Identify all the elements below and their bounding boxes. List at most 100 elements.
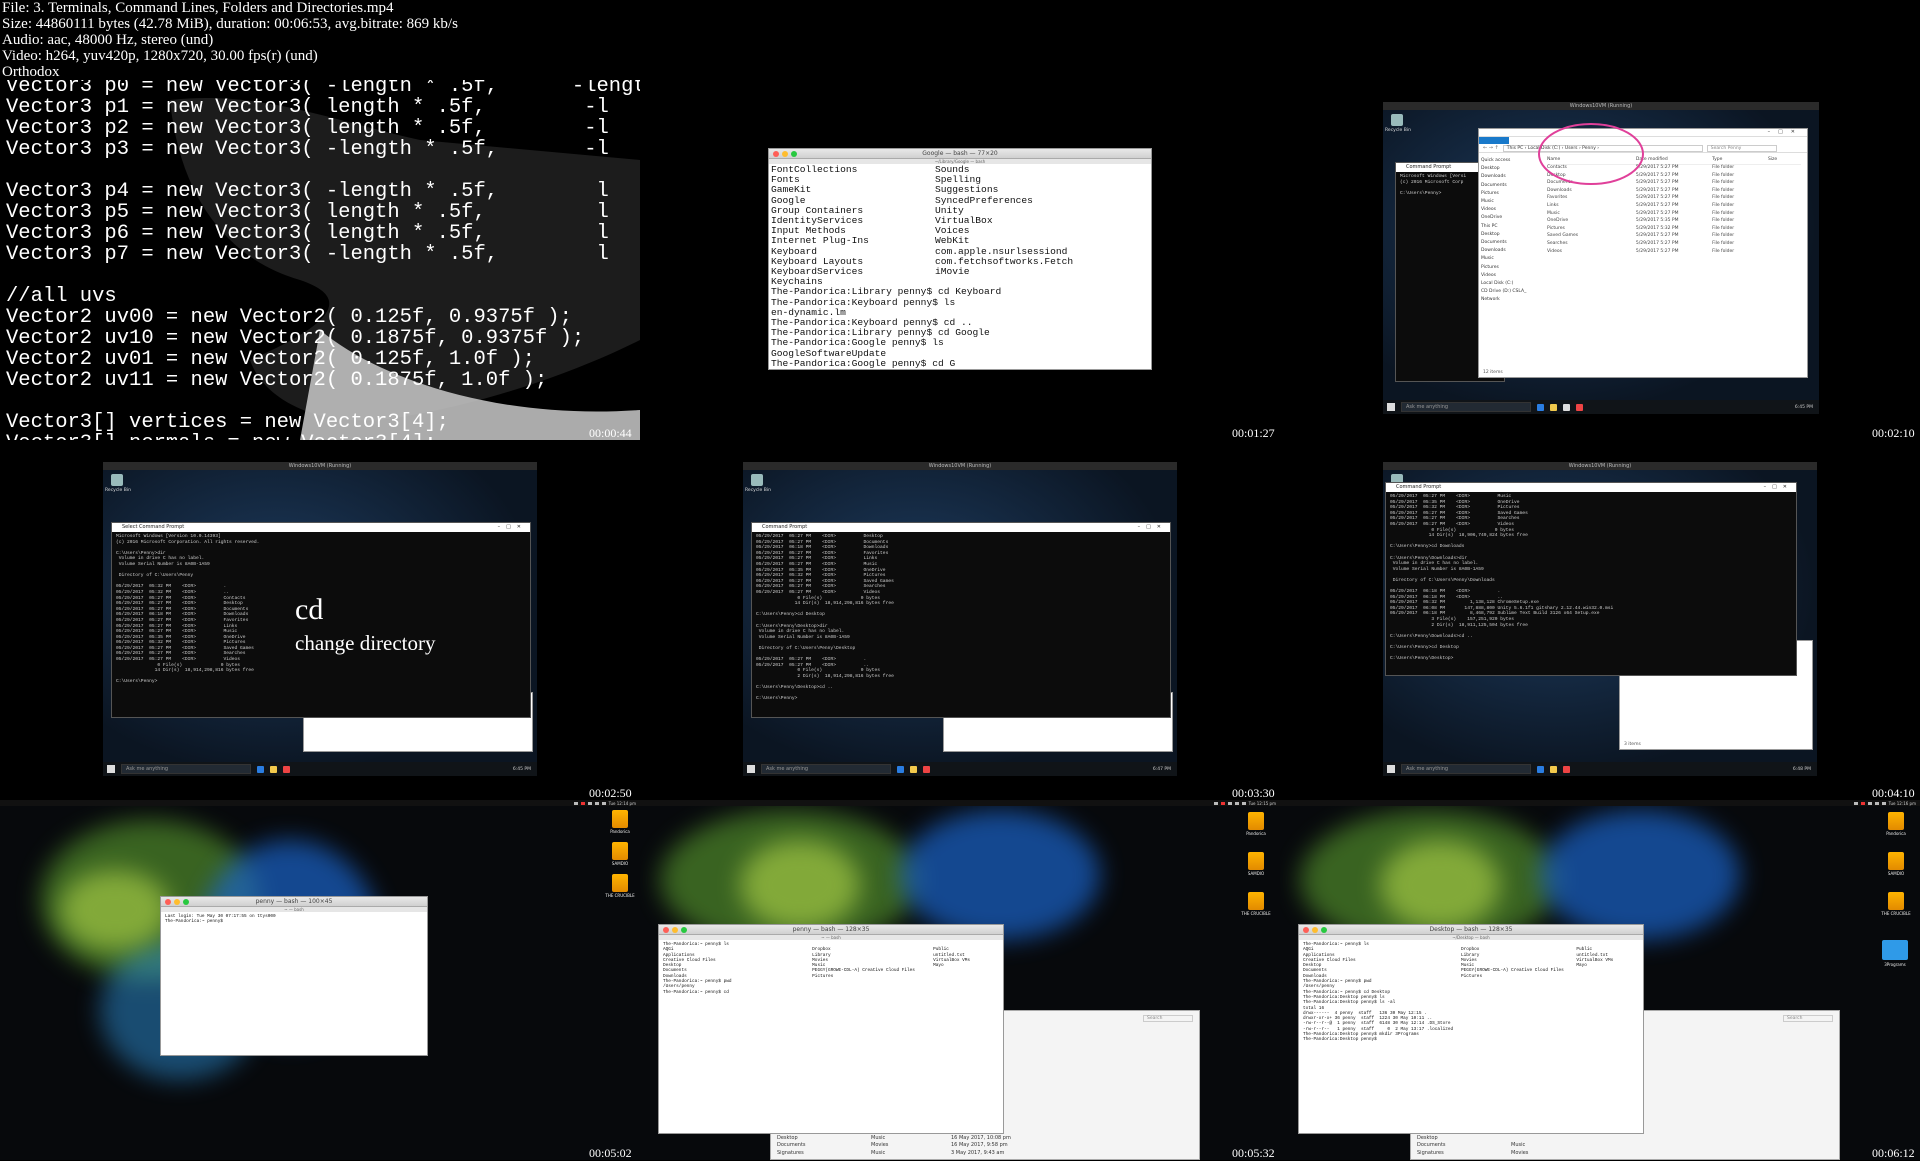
drive-icon[interactable] bbox=[1248, 852, 1264, 870]
vm-window[interactable]: Windows10VM (Running) Recycle Bin Comman… bbox=[743, 462, 1177, 776]
file-tab[interactable] bbox=[1479, 137, 1509, 144]
finder-list[interactable]: Music 16 May 2017, 10:08 pm Movies 16 May 2… bbox=[871, 1135, 1011, 1158]
start-icon[interactable] bbox=[747, 765, 755, 773]
thumbnail-7[interactable]: Tue 12:14 pm Pandorica SAMDIO THE CRUCIB… bbox=[0, 800, 640, 1160]
column-header[interactable]: Type bbox=[1712, 157, 1768, 164]
finder-search[interactable]: Search bbox=[1783, 1015, 1833, 1022]
vm-window[interactable]: Windows10VM (Running) Recycle Bin Local … bbox=[1383, 462, 1817, 776]
window-controls[interactable]: –□✕ bbox=[1768, 129, 1803, 135]
thumbnail-6[interactable]: Windows10VM (Running) Recycle Bin Local … bbox=[1280, 440, 1920, 800]
terminal-titlebar[interactable]: Desktop — bash — 128×35 bbox=[1299, 925, 1643, 935]
mac-menubar[interactable]: Tue 12:16 pm bbox=[1280, 800, 1920, 806]
file-row[interactable]: Searches 5/29/2017 5:27 PM File folder bbox=[1547, 241, 1801, 249]
vm-titlebar[interactable]: Windows10VM (Running) bbox=[743, 462, 1177, 470]
chrome-icon[interactable] bbox=[1576, 403, 1583, 411]
finder-list[interactable]: Music Movies bbox=[1511, 1142, 1528, 1157]
cortana-search[interactable]: Ask me anything bbox=[1401, 402, 1531, 412]
explorer-icon[interactable] bbox=[910, 765, 917, 773]
finder-sidebar[interactable]: Desktop Documents Signatures bbox=[1417, 1135, 1446, 1158]
start-icon[interactable] bbox=[1387, 403, 1395, 411]
file-row[interactable]: Links 5/29/2017 5:27 PM File folder bbox=[1547, 203, 1801, 211]
drive-icon[interactable] bbox=[1888, 812, 1904, 830]
start-icon[interactable] bbox=[1387, 765, 1395, 773]
drive-icon[interactable] bbox=[1248, 812, 1264, 830]
finder-row[interactable]: Movies 16 May 2017, 9:58 pm bbox=[871, 1142, 1011, 1150]
file-cell: File folder bbox=[1712, 195, 1735, 201]
recycle-bin-icon[interactable] bbox=[111, 474, 123, 486]
edge-icon[interactable] bbox=[1537, 403, 1544, 411]
drive-icon[interactable] bbox=[612, 874, 628, 892]
nav-item: Pictures bbox=[1481, 190, 1499, 196]
file-row[interactable]: Videos 5/29/2017 5:27 PM File folder bbox=[1547, 249, 1801, 257]
chrome-icon[interactable] bbox=[1563, 765, 1570, 773]
explorer-icon[interactable] bbox=[1550, 403, 1557, 411]
file-row[interactable]: OneDrive 5/29/2017 5:35 PM File folder bbox=[1547, 218, 1801, 226]
drive-icon[interactable] bbox=[1248, 892, 1264, 910]
thumbnail-5[interactable]: Windows10VM (Running) Recycle Bin Comman… bbox=[640, 440, 1280, 800]
finder-sidebar[interactable]: Desktop Documents Signatures bbox=[777, 1135, 806, 1158]
thumbnail-1[interactable]: Vector3 p0 = new Vector3( -length * .5f,… bbox=[0, 80, 640, 440]
terminal-window[interactable]: penny — bash — 100×45 ~ — bash Last logi… bbox=[160, 896, 428, 1056]
terminal-titlebar[interactable]: penny — bash — 100×45 bbox=[161, 897, 427, 907]
finder-row[interactable]: Music 3 May 2017, 9:43 am bbox=[871, 1150, 1011, 1158]
windows-taskbar[interactable]: Ask me anything 6:45 PM bbox=[1383, 400, 1819, 414]
finder-row[interactable]: Music 16 May 2017, 10:08 pm bbox=[871, 1135, 1011, 1143]
cmd-titlebar[interactable]: Command Prompt –□✕ bbox=[1386, 483, 1796, 492]
drive-icon[interactable] bbox=[612, 810, 628, 828]
windows-taskbar[interactable]: Ask me anything 6:48 PM bbox=[1383, 762, 1817, 776]
timestamp-7: 00:05:02 bbox=[589, 1146, 632, 1160]
windows-taskbar[interactable]: Ask me anything 6:45 PM bbox=[103, 762, 537, 776]
chrome-icon[interactable] bbox=[283, 765, 290, 773]
terminal-window[interactable]: penny — bash — 128×35 ~ — bash The-Pando… bbox=[658, 924, 1004, 1134]
vm-titlebar[interactable]: Windows10VM (Running) bbox=[1383, 102, 1819, 110]
terminal-titlebar[interactable]: Google — bash — 77×20 bbox=[769, 149, 1151, 159]
column-header[interactable]: Size bbox=[1768, 157, 1801, 164]
start-icon[interactable] bbox=[107, 765, 115, 773]
file-row[interactable]: Saved Games 5/29/2017 5:27 PM File folder bbox=[1547, 233, 1801, 241]
cortana-search[interactable]: Ask me anything bbox=[761, 764, 891, 774]
thumbnail-8[interactable]: Tue 12:15 pm Pandorica SAMDIO THE CRUCIB… bbox=[640, 800, 1280, 1160]
mac-menubar[interactable]: Tue 12:14 pm bbox=[0, 800, 640, 806]
nav-arrows[interactable]: ← → ↑ bbox=[1483, 145, 1499, 151]
vm-window[interactable]: Windows10VM (Running) Recycle Bin Comman… bbox=[1383, 102, 1819, 414]
cmd-window[interactable]: Select Command Prompt –□✕ Microsoft Windo… bbox=[111, 522, 531, 718]
terminal-window[interactable]: Desktop — bash — 128×35 ~/Desktop — bash… bbox=[1298, 924, 1644, 1134]
vm-window[interactable]: Windows10VM (Running) Recycle Bin Select… bbox=[103, 462, 537, 776]
windows-taskbar[interactable]: Ask me anything 6:47 PM bbox=[743, 762, 1177, 776]
search-input[interactable]: Search Penny bbox=[1706, 144, 1777, 152]
vm-titlebar[interactable]: Windows10VM (Running) bbox=[103, 462, 537, 470]
finder-search[interactable]: Search bbox=[1143, 1015, 1193, 1022]
cortana-search[interactable]: Ask me anything bbox=[1401, 764, 1531, 774]
edge-icon[interactable] bbox=[897, 765, 904, 773]
vm-titlebar[interactable]: Windows10VM (Running) bbox=[1383, 462, 1817, 470]
chrome-icon[interactable] bbox=[923, 765, 930, 773]
cmd-window[interactable]: Command Prompt –□✕ 05/29/2017 05:27 PM <D… bbox=[1385, 482, 1797, 676]
thumbnail-2[interactable]: Google — bash — 77×20 ~/Library/Google —… bbox=[640, 80, 1280, 440]
thumbnail-3[interactable]: Windows10VM (Running) Recycle Bin Comman… bbox=[1280, 80, 1920, 440]
drive-icon[interactable] bbox=[1888, 892, 1904, 910]
recycle-bin-icon[interactable] bbox=[1391, 114, 1403, 126]
drive-icon[interactable] bbox=[1888, 852, 1904, 870]
folder-icon[interactable] bbox=[1882, 940, 1908, 960]
drive-icon[interactable] bbox=[612, 842, 628, 860]
edge-icon[interactable] bbox=[1537, 765, 1544, 773]
explorer-icon[interactable] bbox=[1550, 765, 1557, 773]
terminal-titlebar[interactable]: penny — bash — 128×35 bbox=[659, 925, 1003, 935]
explorer-icon[interactable] bbox=[270, 765, 277, 773]
mac-menubar[interactable]: Tue 12:15 pm bbox=[640, 800, 1280, 806]
cmd-titlebar[interactable]: Select Command Prompt –□✕ bbox=[112, 523, 530, 532]
terminal-window[interactable]: Google — bash — 77×20 ~/Library/Google —… bbox=[768, 148, 1152, 370]
thumbnail-9[interactable]: Tue 12:16 pm Pandorica SAMDIO THE CRUCIB… bbox=[1280, 800, 1920, 1160]
thumbnail-4[interactable]: Windows10VM (Running) Recycle Bin Select… bbox=[0, 440, 640, 800]
store-icon[interactable] bbox=[1563, 403, 1570, 411]
cmd-titlebar[interactable]: Command Prompt –□✕ bbox=[752, 523, 1170, 532]
recycle-bin-icon[interactable] bbox=[751, 474, 763, 486]
terminal-title: penny — bash — 100×45 bbox=[255, 898, 333, 905]
edge-icon[interactable] bbox=[257, 765, 264, 773]
cortana-search[interactable]: Ask me anything bbox=[121, 764, 251, 774]
wallpaper-splash bbox=[900, 810, 1100, 940]
timestamp-8: 00:05:32 bbox=[1232, 1146, 1275, 1160]
navigation-pane[interactable]: Quick access Desktop Downloads Documents Pic… bbox=[1481, 157, 1541, 305]
cmd-window[interactable]: Command Prompt –□✕ 05/29/2017 05:27 PM <D… bbox=[751, 522, 1171, 718]
code-line: Vector2 uv00 = new Vector2( 0.125f, 0.93… bbox=[6, 306, 572, 329]
